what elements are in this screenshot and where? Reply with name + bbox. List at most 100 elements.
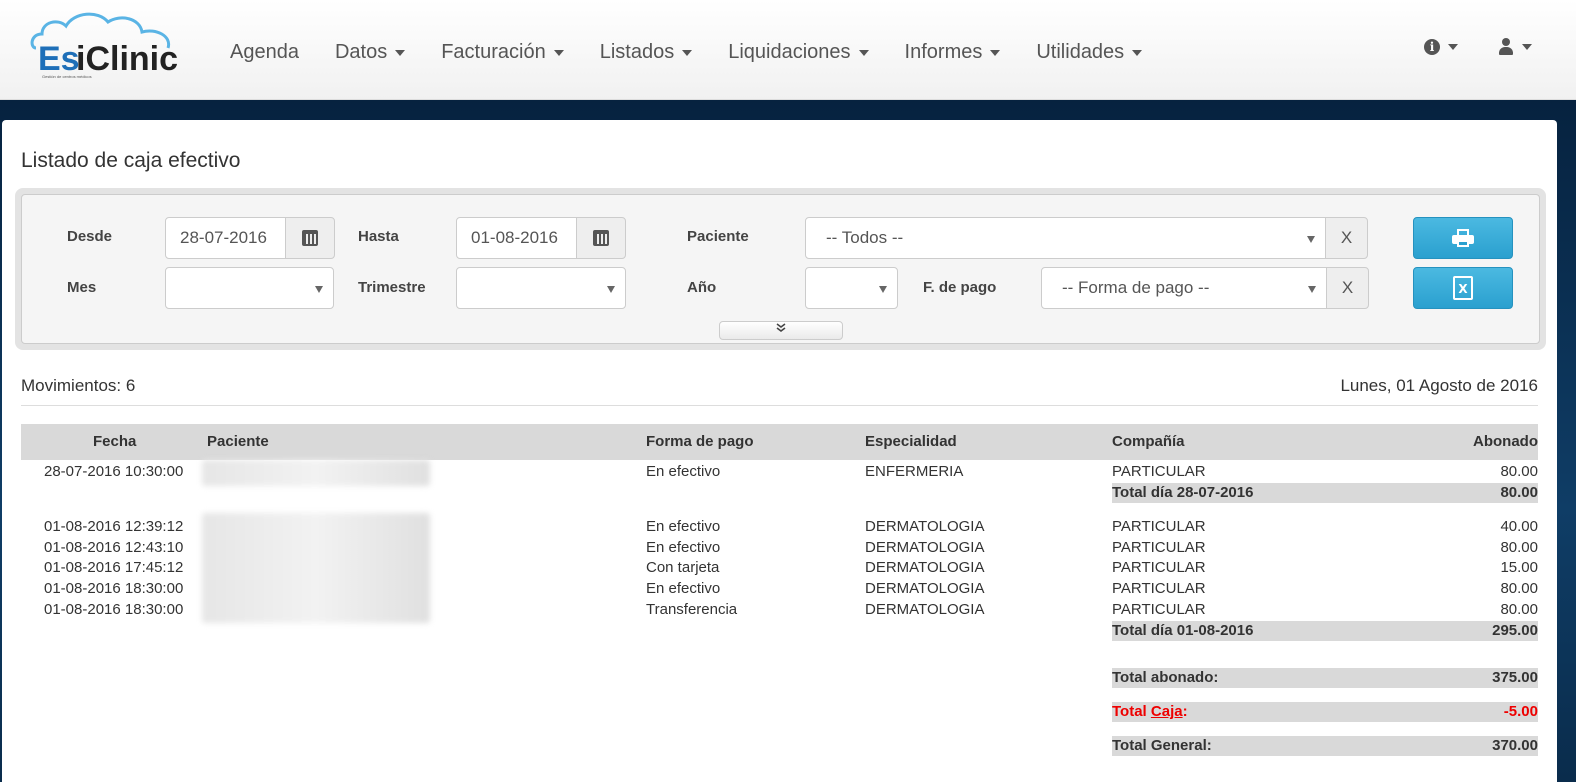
total-abonado-value: 375.00	[1492, 669, 1538, 686]
total-caja-prefix: Total	[1112, 703, 1151, 720]
main-panel: Listado de caja efectivo Desde 28-07-201…	[2, 120, 1557, 782]
nav-label: Agenda	[230, 41, 299, 63]
nav-label: Datos	[334, 41, 388, 63]
cell-compania: PARTICULAR	[1112, 463, 1206, 480]
nav-agenda[interactable]: Agenda	[212, 38, 317, 66]
hasta-calendar-button[interactable]	[576, 217, 626, 259]
cell-especialidad: DERMATOLOGIA	[865, 539, 985, 556]
mes-label: Mes	[67, 279, 97, 296]
cell-compania: PARTICULAR	[1112, 518, 1206, 535]
total-caja-suffix: :	[1182, 703, 1188, 720]
nav-listados[interactable]: Listados	[582, 38, 711, 66]
total-general-row: Total General: 370.00	[1112, 736, 1538, 756]
nav-label: Informes	[904, 41, 983, 63]
nav-utilidades[interactable]: Utilidades	[1018, 38, 1160, 66]
cell-fecha: 28-07-2016 10:30:00	[44, 463, 184, 480]
subtotal-value: 80.00	[1500, 484, 1538, 501]
info-icon: i	[1424, 39, 1440, 55]
trimestre-select[interactable]	[456, 267, 626, 309]
cell-especialidad: ENFERMERIA	[865, 463, 964, 480]
cell-compania: PARTICULAR	[1112, 559, 1206, 576]
excel-export-button[interactable]: X	[1413, 267, 1513, 309]
paciente-select[interactable]: -- Todos --	[805, 217, 1326, 259]
nav-datos[interactable]: Datos	[317, 38, 423, 66]
cell-fecha: 01-08-2016 18:30:00	[44, 580, 184, 597]
info-menu[interactable]: i	[1424, 38, 1458, 56]
excel-file-icon: X	[1453, 276, 1473, 300]
redacted-patient-name	[202, 460, 430, 486]
main-menu: Agenda Datos Facturación Listados Liquid…	[212, 38, 1160, 66]
user-icon	[1498, 38, 1514, 56]
user-menu[interactable]	[1498, 38, 1532, 56]
header-forma-pago: Forma de pago	[646, 433, 754, 450]
header-paciente: Paciente	[207, 433, 269, 450]
total-caja-link[interactable]: Caja	[1151, 703, 1183, 720]
expand-filters-button[interactable]	[719, 321, 843, 340]
mes-select[interactable]	[165, 267, 334, 309]
caret-down-icon	[1307, 236, 1315, 243]
cell-abonado: 80.00	[1500, 580, 1538, 597]
cell-forma-pago: Con tarjeta	[646, 559, 720, 576]
total-general-value: 370.00	[1492, 737, 1538, 754]
caret-down-icon	[1448, 44, 1458, 50]
caret-down-icon	[395, 49, 406, 56]
cell-especialidad: DERMATOLOGIA	[865, 601, 985, 618]
desde-label: Desde	[67, 228, 113, 245]
divider	[21, 405, 1538, 406]
cell-compania: PARTICULAR	[1112, 580, 1206, 597]
cell-forma-pago: En efectivo	[646, 463, 721, 480]
print-icon	[1452, 229, 1474, 247]
subtotal-label: Total día 01-08-2016	[1112, 622, 1254, 639]
calendar-icon	[593, 230, 609, 246]
cell-forma-pago: En efectivo	[646, 580, 721, 597]
table-header: Fecha Paciente Forma de pago Especialida…	[21, 424, 1538, 460]
cell-abonado: 80.00	[1500, 463, 1538, 480]
day-subtotal-row: Total día 01-08-2016 295.00	[1112, 621, 1538, 641]
forma-pago-select[interactable]: -- Forma de pago --	[1041, 267, 1327, 309]
cell-fecha: 01-08-2016 12:39:12	[44, 518, 184, 535]
day-subtotal-row: Total día 28-07-2016 80.00	[1112, 483, 1538, 503]
cell-compania: PARTICULAR	[1112, 539, 1206, 556]
cell-compania: PARTICULAR	[1112, 601, 1206, 618]
cell-fecha: 01-08-2016 18:30:00	[44, 601, 184, 618]
print-button[interactable]	[1413, 217, 1513, 259]
subtotal-label: Total día 28-07-2016	[1112, 484, 1254, 501]
nav-label: Liquidaciones	[728, 41, 851, 63]
paciente-clear-button[interactable]: X	[1325, 217, 1368, 259]
hasta-date-input[interactable]: 01-08-2016	[456, 217, 577, 259]
caret-down-icon	[990, 49, 1001, 56]
header-abonado: Abonado	[1473, 433, 1538, 450]
subtotal-value: 295.00	[1492, 622, 1538, 639]
caret-down-icon	[879, 286, 887, 293]
paciente-select-value: -- Todos --	[826, 228, 904, 247]
svg-text:iClinic: iClinic	[76, 40, 178, 78]
forma-pago-clear-button[interactable]: X	[1326, 267, 1369, 309]
caret-down-icon	[607, 286, 615, 293]
esiclinic-logo[interactable]: Es iClinic Gestión de centros médicos	[28, 10, 188, 82]
cell-abonado: 40.00	[1500, 518, 1538, 535]
total-caja-row: Total Caja: -5.00	[1112, 702, 1538, 722]
top-navbar: Es iClinic Gestión de centros médicos Ag…	[0, 0, 1576, 100]
hasta-label: Hasta	[358, 228, 399, 245]
cell-fecha: 01-08-2016 12:43:10	[44, 539, 184, 556]
desde-calendar-button[interactable]	[285, 217, 335, 259]
redacted-patient-names	[202, 513, 430, 623]
desde-date-input[interactable]: 28-07-2016	[165, 217, 286, 259]
cell-fecha: 01-08-2016 17:45:12	[44, 559, 184, 576]
fpago-label: F. de pago	[923, 279, 997, 296]
cell-abonado: 80.00	[1500, 539, 1538, 556]
total-caja-label: Total Caja:	[1112, 702, 1188, 722]
svg-text:Es: Es	[38, 40, 80, 78]
nav-facturacion[interactable]: Facturación	[423, 38, 582, 66]
movimientos-count: Movimientos: 6	[21, 376, 136, 395]
nav-informes[interactable]: Informes	[887, 38, 1019, 66]
anio-select[interactable]	[805, 267, 898, 309]
cell-especialidad: DERMATOLOGIA	[865, 559, 985, 576]
calendar-icon	[302, 230, 318, 246]
nav-label: Facturación	[441, 41, 546, 63]
caret-down-icon	[682, 49, 693, 56]
paciente-label: Paciente	[687, 228, 749, 245]
cell-forma-pago: Transferencia	[646, 601, 738, 618]
nav-liquidaciones[interactable]: Liquidaciones	[710, 38, 886, 66]
cell-abonado: 15.00	[1500, 559, 1538, 576]
